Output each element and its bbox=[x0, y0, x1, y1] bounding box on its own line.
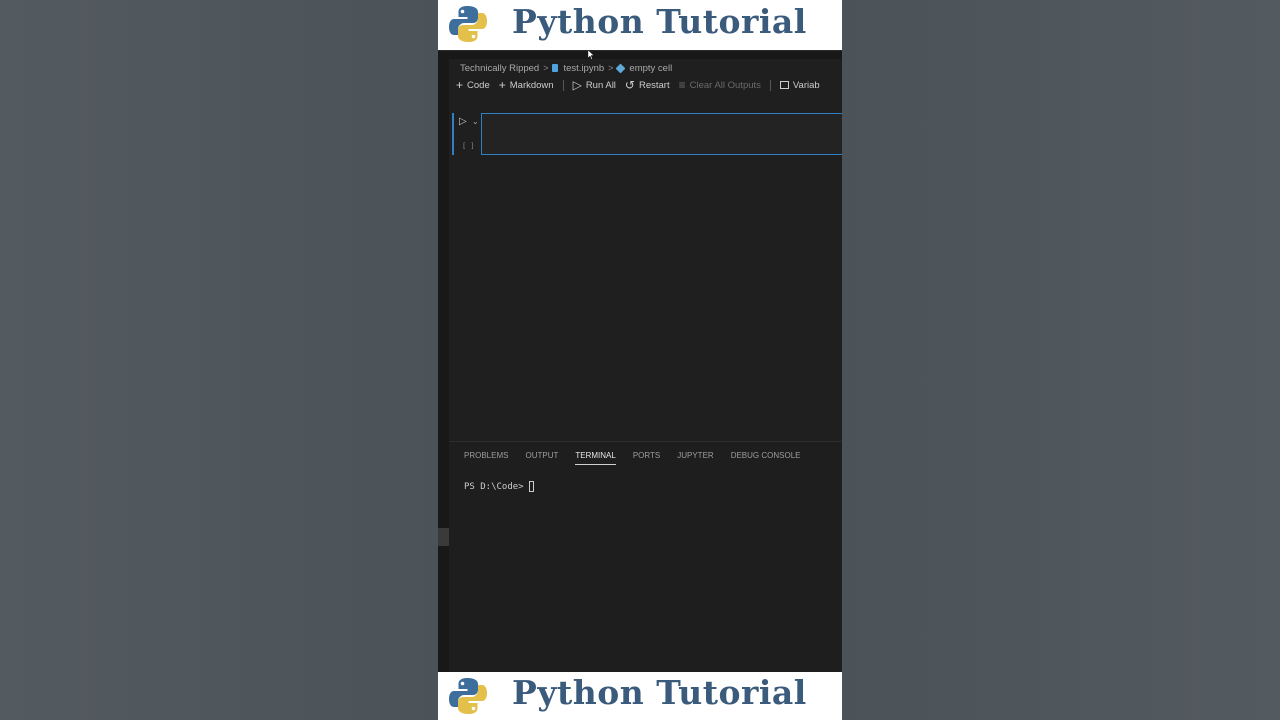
restart-button[interactable]: ↺ Restart bbox=[625, 79, 670, 91]
add-markdown-cell-button[interactable]: + Markdown bbox=[499, 79, 554, 91]
terminal-cursor bbox=[528, 481, 534, 492]
terminal-prompt: PS D:\Code> bbox=[464, 481, 524, 492]
tab-jupyter[interactable]: JUPYTER bbox=[677, 451, 713, 465]
tab-debug-console[interactable]: DEBUG CONSOLE bbox=[731, 451, 801, 465]
toolbar-divider bbox=[562, 79, 564, 91]
chevron-down-icon[interactable]: ⌄ bbox=[472, 117, 479, 126]
vscode-editor: Technically Ripped > test.ipynb > empty … bbox=[438, 50, 842, 673]
background-right bbox=[842, 0, 1280, 720]
restart-label: Restart bbox=[638, 79, 670, 91]
activity-gutter bbox=[438, 58, 449, 672]
breadcrumb: Technically Ripped > test.ipynb > empty … bbox=[460, 61, 672, 75]
add-markdown-label: Markdown bbox=[509, 79, 554, 91]
run-all-button[interactable]: ▷ Run All bbox=[573, 79, 616, 91]
mouse-cursor-icon bbox=[588, 50, 594, 60]
python-logo-icon bbox=[449, 678, 487, 714]
cell-code-editor[interactable] bbox=[481, 113, 842, 155]
restart-icon: ↺ bbox=[624, 78, 635, 92]
background-left bbox=[0, 0, 438, 720]
tab-strip bbox=[438, 50, 842, 59]
gutter-marker bbox=[438, 528, 449, 546]
tab-problems[interactable]: PROBLEMS bbox=[464, 451, 508, 465]
variables-icon bbox=[779, 81, 789, 89]
run-all-icon: ▷ bbox=[572, 78, 582, 92]
python-logo-icon bbox=[449, 6, 487, 42]
variables-button[interactable]: Variab bbox=[779, 79, 820, 91]
cell-focus-indicator bbox=[452, 113, 454, 155]
tab-output[interactable]: OUTPUT bbox=[525, 451, 558, 465]
clear-outputs-icon: ≡ bbox=[678, 78, 686, 92]
terminal-input[interactable]: PS D:\Code> bbox=[464, 481, 534, 492]
run-all-label: Run All bbox=[585, 79, 616, 91]
toolbar-divider bbox=[769, 79, 771, 91]
add-code-cell-button[interactable]: + Code bbox=[456, 79, 490, 91]
notebook-file-icon bbox=[552, 64, 559, 72]
chevron-right-icon: > bbox=[608, 63, 614, 73]
notebook-cell[interactable]: ▷ ⌄ [ ] bbox=[452, 113, 842, 155]
breadcrumb-item-folder[interactable]: Technically Ripped bbox=[460, 63, 539, 74]
clear-all-outputs-label: Clear All Outputs bbox=[689, 79, 761, 91]
execution-count: [ ] bbox=[462, 142, 475, 150]
add-code-label: Code bbox=[467, 79, 490, 91]
plus-icon: + bbox=[498, 78, 506, 92]
top-banner: Python Tutorial bbox=[438, 0, 842, 50]
panel-tabs: PROBLEMS OUTPUT TERMINAL PORTS JUPYTER D… bbox=[464, 451, 817, 465]
chevron-right-icon: > bbox=[543, 63, 549, 73]
video-frame: Python Tutorial Technically Ripped > tes… bbox=[438, 0, 842, 720]
banner-title: Python Tutorial bbox=[512, 2, 807, 41]
breadcrumb-item-cell[interactable]: empty cell bbox=[629, 63, 672, 74]
plus-icon: + bbox=[456, 78, 464, 92]
breadcrumb-item-file[interactable]: test.ipynb bbox=[563, 63, 604, 74]
run-cell-icon[interactable]: ▷ bbox=[459, 116, 467, 127]
bottom-panel: PROBLEMS OUTPUT TERMINAL PORTS JUPYTER D… bbox=[449, 441, 842, 673]
banner-title: Python Tutorial bbox=[512, 673, 807, 712]
clear-all-outputs-button[interactable]: ≡ Clear All Outputs bbox=[679, 79, 761, 91]
variables-label: Variab bbox=[792, 79, 820, 91]
notebook-toolbar: + Code + Markdown ▷ Run All ↺ Restart ≡ … bbox=[456, 78, 829, 92]
tab-terminal[interactable]: TERMINAL bbox=[575, 451, 616, 465]
cell-symbol-icon bbox=[615, 63, 626, 73]
tab-ports[interactable]: PORTS bbox=[633, 451, 660, 465]
bottom-banner: Python Tutorial bbox=[438, 672, 842, 720]
